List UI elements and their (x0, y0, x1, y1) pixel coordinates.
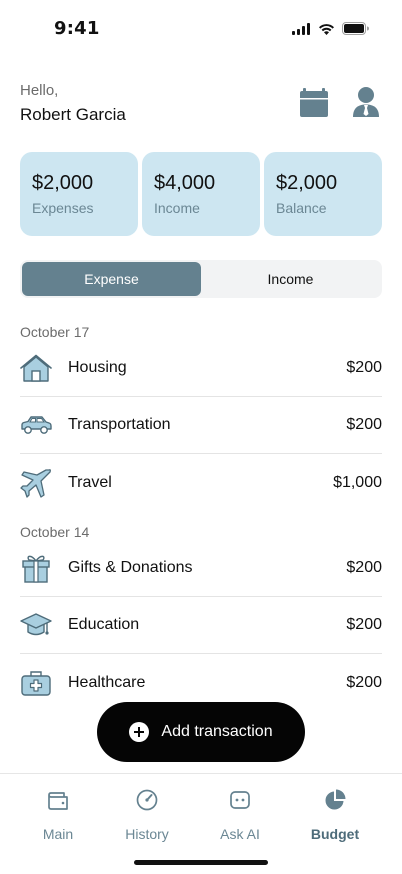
add-transaction-label: Add transaction (161, 723, 273, 740)
transaction-amount: $200 (346, 673, 382, 691)
transaction-row-housing[interactable]: Housing $200 (20, 340, 382, 397)
transaction-row-transportation[interactable]: Transportation $200 (20, 397, 382, 454)
balance-card[interactable]: $2,000 Balance (264, 152, 382, 236)
transaction-name: Housing (68, 359, 127, 376)
status-time: 9:41 (54, 18, 100, 39)
wifi-icon (319, 23, 334, 35)
tab-main[interactable]: Main (13, 788, 103, 842)
tab-history[interactable]: History (102, 788, 192, 842)
income-label: Income (154, 200, 200, 216)
tab-main-label: Main (42, 826, 74, 842)
status-icons (292, 22, 369, 35)
add-transaction-button[interactable]: Add transaction (97, 702, 305, 762)
segment-income[interactable]: Income (201, 262, 380, 296)
income-amount: $4,000 (154, 172, 216, 194)
user-name: Robert Garcia (20, 105, 126, 124)
profile-icon[interactable] (351, 86, 381, 118)
wallet-icon (46, 788, 70, 812)
transaction-type-toggle: Expense Income (20, 260, 382, 298)
summary-cards: $2,000 Expenses $4,000 Income $2,000 Bal… (20, 152, 382, 236)
date-header: October 14 (20, 524, 90, 540)
transaction-amount: $200 (346, 559, 382, 576)
transaction-name: Education (68, 616, 140, 633)
transaction-name: Healthcare (68, 673, 146, 691)
car-icon (20, 409, 52, 441)
expenses-amount: $2,000 (32, 172, 94, 194)
graduation-cap-icon (20, 609, 52, 641)
segment-expense[interactable]: Expense (22, 262, 201, 296)
transaction-name: Travel (68, 473, 112, 491)
expenses-label: Expenses (32, 200, 94, 216)
pie-chart-icon (323, 788, 347, 812)
tab-budget-label: Budget (310, 826, 360, 842)
tab-budget[interactable]: Budget (290, 788, 380, 842)
transaction-row-travel[interactable]: Travel $1,000 (20, 454, 382, 511)
transaction-name: Gifts & Donations (68, 559, 193, 576)
home-indicator[interactable] (134, 860, 268, 865)
status-bar: 9:41 (0, 0, 402, 54)
tab-ask-ai-label: Ask AI (220, 826, 260, 842)
income-card[interactable]: $4,000 Income (142, 152, 260, 236)
transaction-amount: $200 (346, 616, 382, 633)
transaction-amount: $200 (346, 359, 382, 376)
calendar-icon[interactable] (298, 87, 330, 119)
greeting: Hello, (20, 82, 59, 99)
balance-label: Balance (276, 200, 327, 216)
battery-icon (342, 22, 369, 35)
cellular-signal-icon (292, 22, 310, 35)
transaction-amount: $1,000 (333, 473, 382, 491)
date-header: October 17 (20, 324, 90, 340)
balance-amount: $2,000 (276, 172, 338, 194)
plus-icon (129, 722, 150, 742)
medical-kit-icon (20, 667, 52, 699)
transaction-amount: $200 (346, 416, 382, 433)
gauge-icon (135, 788, 159, 812)
tab-ask-ai[interactable]: Ask AI (195, 788, 285, 842)
house-icon (20, 352, 52, 384)
tab-history-label: History (125, 826, 169, 842)
robot-icon (228, 788, 252, 812)
expenses-card[interactable]: $2,000 Expenses (20, 152, 138, 236)
transaction-row-gifts[interactable]: Gifts & Donations $200 (20, 540, 382, 597)
transaction-name: Transportation (68, 416, 171, 433)
tab-bar: Main History Ask AI Budget (0, 773, 402, 874)
airplane-icon (20, 467, 52, 499)
transaction-row-education[interactable]: Education $200 (20, 597, 382, 654)
gift-icon (20, 552, 52, 584)
